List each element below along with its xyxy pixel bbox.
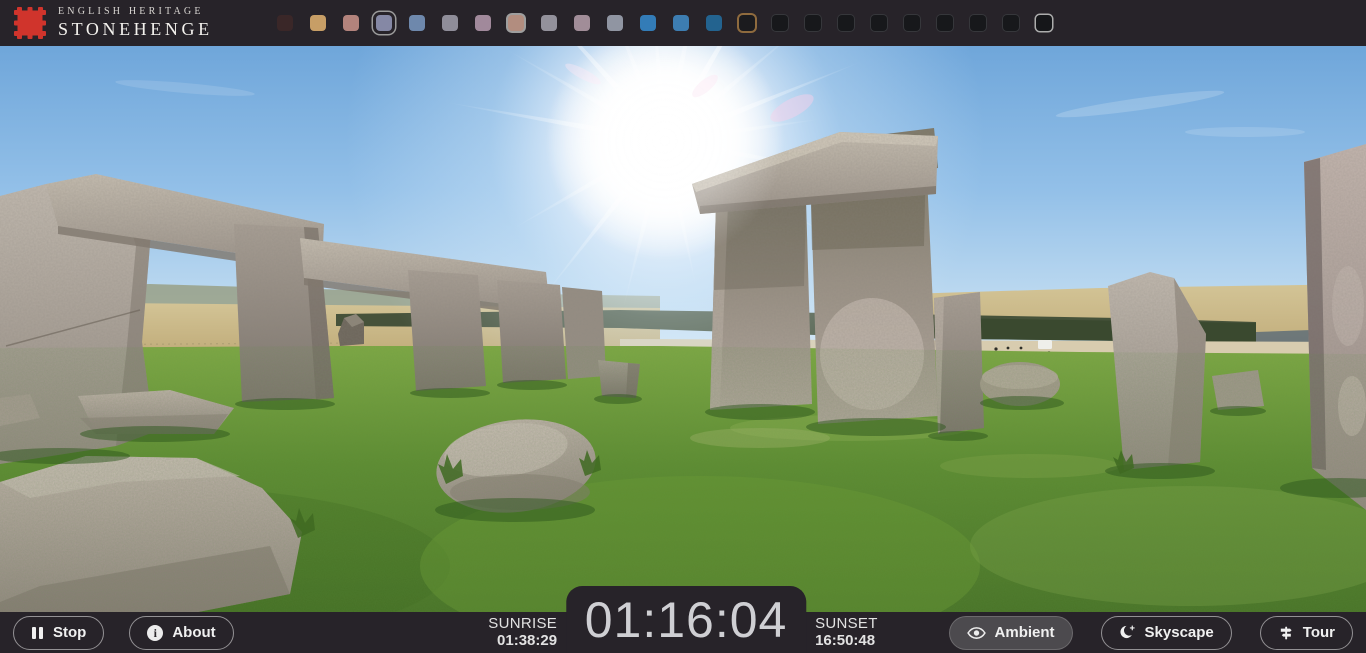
info-icon: i [147, 625, 163, 641]
brand-logo[interactable]: ENGLISH HERITAGE STONEHENGE [14, 7, 213, 39]
hour-swatch-6[interactable] [475, 15, 491, 31]
hour-swatch-8[interactable] [541, 15, 557, 31]
signpost-icon [1278, 625, 1294, 641]
hour-swatch-9[interactable] [574, 15, 590, 31]
eye-icon [967, 626, 986, 640]
sunrise-label: SUNRISE [488, 615, 557, 632]
clock-time: 01:16:04 [585, 591, 788, 649]
tour-button[interactable]: Tour [1260, 616, 1353, 650]
time-panel: SUNRISE 01:38:29 01:16:04 SUNSET 16:50:4… [488, 586, 877, 653]
skyscape-button-label: Skyscape [1145, 624, 1214, 641]
skyscape-button[interactable]: Skyscape [1101, 616, 1232, 650]
brand-title: STONEHENGE [58, 20, 213, 39]
tour-button-label: Tour [1303, 624, 1335, 641]
hour-swatch-16[interactable] [805, 15, 821, 31]
skyscape-app: ENGLISH HERITAGE STONEHENGE [0, 0, 1366, 653]
hour-swatch-row [277, 15, 1052, 31]
about-button-label: About [172, 624, 215, 641]
sunrise-block: SUNRISE 01:38:29 [488, 615, 557, 653]
hour-swatch-10[interactable] [607, 15, 623, 31]
hour-swatch-21[interactable] [970, 15, 986, 31]
bottom-bar: Stop i About SUNRISE 01:38:29 01:16:04 S… [0, 612, 1366, 653]
sunset-block: SUNSET 16:50:48 [815, 615, 878, 653]
top-bar: ENGLISH HERITAGE STONEHENGE [0, 0, 1366, 46]
hour-swatch-18[interactable] [871, 15, 887, 31]
hour-swatch-7[interactable] [508, 15, 524, 31]
panorama-viewport[interactable] [0, 46, 1366, 612]
hour-swatch-0[interactable] [277, 15, 293, 31]
hour-swatch-17[interactable] [838, 15, 854, 31]
ambient-button[interactable]: Ambient [949, 616, 1073, 650]
hour-swatch-23[interactable] [1036, 15, 1052, 31]
hour-swatch-4[interactable] [409, 15, 425, 31]
ambient-button-label: Ambient [995, 624, 1055, 641]
hour-swatch-12[interactable] [673, 15, 689, 31]
english-heritage-logo-icon [14, 7, 46, 39]
moon-sparkle-icon [1119, 624, 1136, 641]
hour-swatch-2[interactable] [343, 15, 359, 31]
hour-swatch-3[interactable] [376, 15, 392, 31]
hour-swatch-15[interactable] [772, 15, 788, 31]
brand-supertitle: ENGLISH HERITAGE [58, 7, 213, 18]
hour-swatch-20[interactable] [937, 15, 953, 31]
hour-swatch-5[interactable] [442, 15, 458, 31]
hour-swatch-22[interactable] [1003, 15, 1019, 31]
footer-left-buttons: Stop i About [13, 616, 234, 650]
hour-swatch-1[interactable] [310, 15, 326, 31]
hour-swatch-11[interactable] [640, 15, 656, 31]
sunrise-time: 01:38:29 [488, 632, 557, 649]
sunset-time: 16:50:48 [815, 632, 878, 649]
hour-swatch-19[interactable] [904, 15, 920, 31]
clock-tab: 01:16:04 [566, 586, 806, 653]
hour-swatch-13[interactable] [706, 15, 722, 31]
footer-right-buttons: Ambient Skyscape Tour [949, 616, 1353, 650]
sunset-label: SUNSET [815, 615, 878, 632]
stop-button[interactable]: Stop [13, 616, 104, 650]
hour-swatch-14[interactable] [739, 15, 755, 31]
pause-icon [31, 626, 44, 640]
about-button[interactable]: i About [129, 616, 233, 650]
stop-button-label: Stop [53, 624, 86, 641]
stonehenge-panorama [0, 46, 1366, 612]
